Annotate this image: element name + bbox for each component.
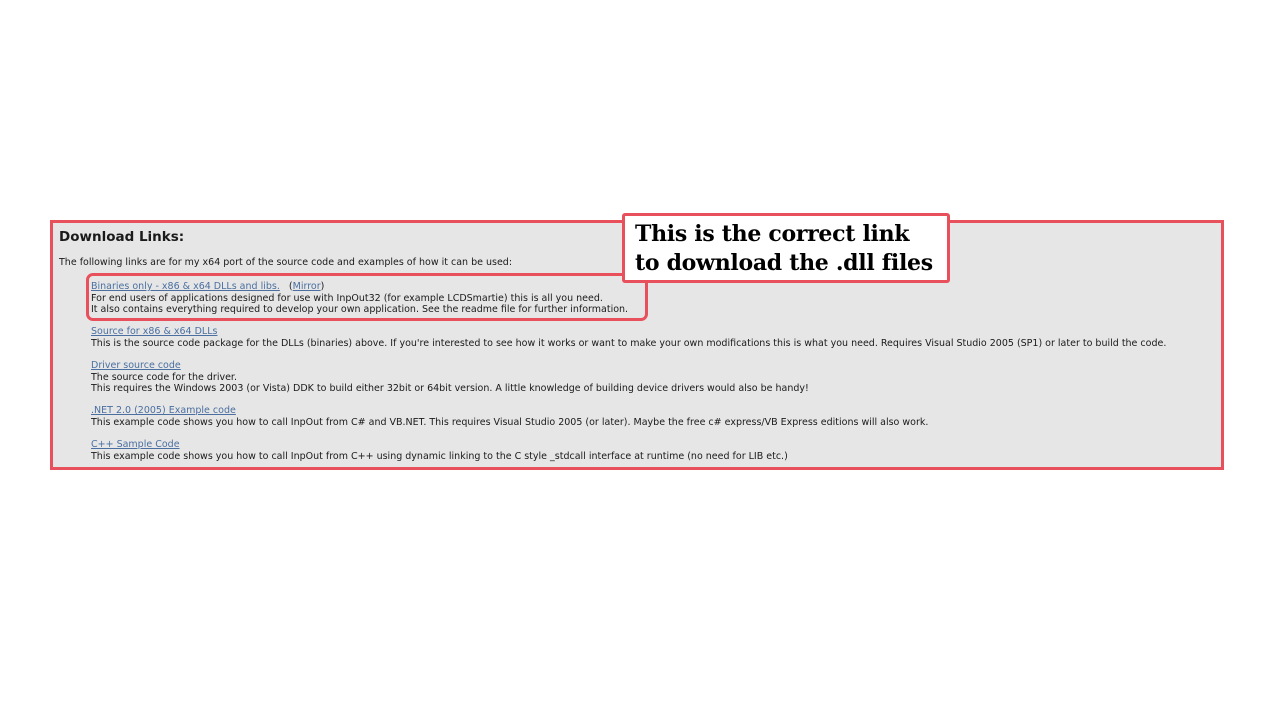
download-entry-binaries: Binaries only - x86 & x64 DLLs and libs.… [91,281,628,316]
entry-description: It also contains everything required to … [91,304,629,315]
entry-description: This example code shows you how to call … [91,450,788,462]
download-entry-driver: Driver source code The source code for t… [91,360,809,395]
download-entry-dotnet: .NET 2.0 (2005) Example code This exampl… [91,405,928,428]
entry-description: This is the source code package for the … [91,337,1167,349]
mirror-link[interactable]: Mirror [293,281,321,292]
dotnet-example-link[interactable]: .NET 2.0 (2005) Example code [91,405,236,416]
entry-description: This example code shows you how to call … [91,416,929,428]
entry-description: For end users of applications designed f… [91,292,603,304]
section-intro: The following links are for my x64 port … [59,257,513,268]
mirror-close-paren: ) [320,281,325,292]
section-heading: Download Links: [59,229,185,245]
binaries-link[interactable]: Binaries only - x86 & x64 DLLs and libs. [91,281,280,292]
cpp-sample-link[interactable]: C++ Sample Code [91,439,180,450]
callout-line-1: This is the correct link [635,221,910,247]
slide: Download Links: The following links are … [0,0,1280,720]
source-dlls-link[interactable]: Source for x86 & x64 DLLs [91,326,217,337]
annotation-callout: This is the correct link to download the… [622,213,950,283]
callout-line-2: to download the .dll files [635,250,933,276]
download-entry-source: Source for x86 & x64 DLLs This is the so… [91,326,1166,349]
driver-source-link[interactable]: Driver source code [91,360,181,371]
entry-description: The source code for the driver. [91,371,237,383]
entry-description: This requires the Windows 2003 (or Vista… [91,383,809,394]
download-entry-cpp: C++ Sample Code This example code shows … [91,439,788,462]
